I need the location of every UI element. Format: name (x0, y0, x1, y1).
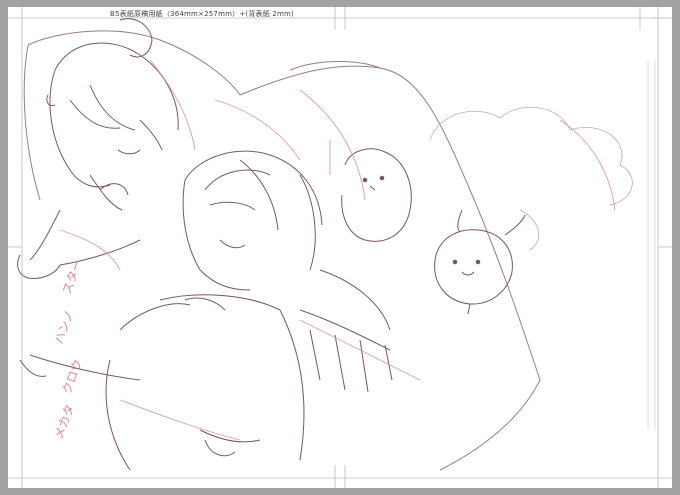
bird-upper (341, 148, 412, 242)
red-underdrawing (59, 59, 616, 441)
girl-left (17, 18, 179, 279)
girl-center (19, 150, 391, 471)
cloud-outline (429, 106, 633, 251)
bird-lower (434, 209, 526, 315)
margin-notes: スター ハンノ クロウ メカタ (52, 257, 85, 441)
svg-text:スター: スター (60, 257, 85, 296)
trim-guides (8, 7, 672, 488)
svg-text:クロウ: クロウ (60, 357, 85, 396)
sketch-artwork: スター ハンノ クロウ メカタ (8, 7, 672, 488)
svg-text:メカタ: メカタ (52, 402, 77, 441)
pillows (23, 30, 541, 471)
skirt (199, 309, 393, 457)
svg-text:ハンノ: ハンノ (52, 308, 77, 346)
